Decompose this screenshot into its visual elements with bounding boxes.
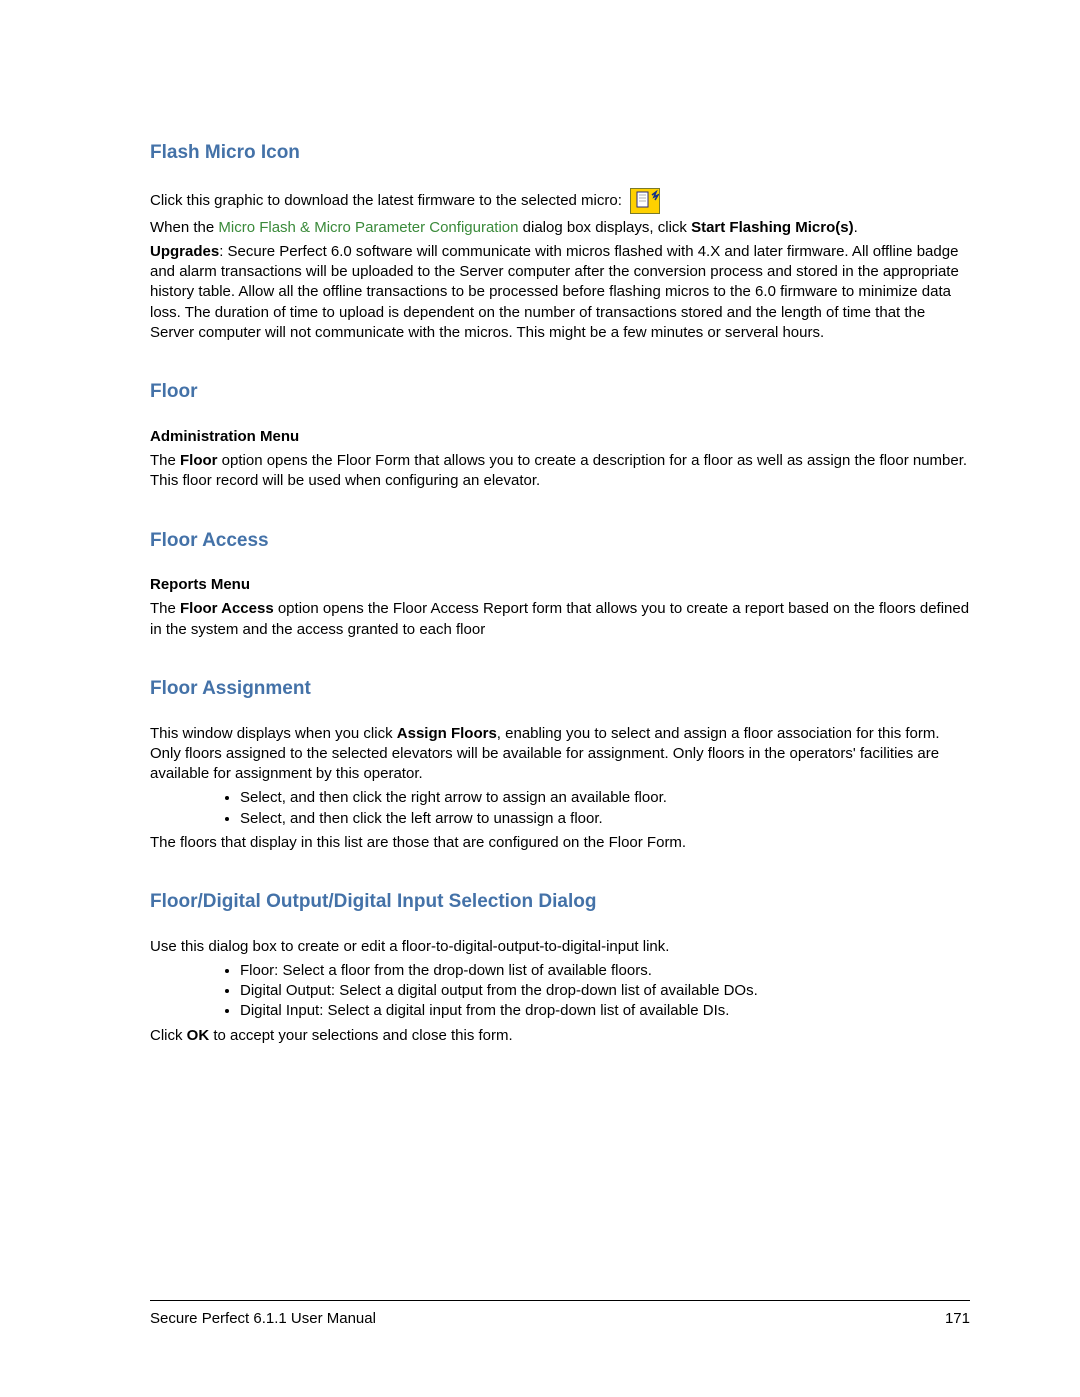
- list-item: Digital Input: Select a digital input fr…: [240, 1001, 970, 1021]
- floor-p: The Floor option opens the Floor Form th…: [150, 451, 970, 492]
- floor-assignment-p2: The floors that display in this list are…: [150, 833, 970, 853]
- flash-micro-icon[interactable]: [630, 188, 660, 214]
- page-number: 171: [945, 1309, 970, 1329]
- flash-micro-p3-rest: : Secure Perfect 6.0 software will commu…: [150, 243, 959, 341]
- selection-dialog-p2-rest: to accept your selections and close this…: [209, 1027, 512, 1044]
- floor-assignment-p1-bold: Assign Floors: [397, 725, 497, 742]
- flash-micro-p2-post: .: [854, 219, 858, 236]
- floor-p-pre: The: [150, 452, 180, 469]
- flash-micro-p3: Upgrades: Secure Perfect 6.0 software wi…: [150, 242, 970, 343]
- selection-dialog-p1: Use this dialog box to create or edit a …: [150, 937, 970, 957]
- floor-assignment-bullets: Select, and then click the right arrow t…: [150, 788, 970, 829]
- footer-left: Secure Perfect 6.1.1 User Manual: [150, 1310, 376, 1327]
- floor-access-p: The Floor Access option opens the Floor …: [150, 599, 970, 640]
- document-page: Flash Micro Icon Click this graphic to d…: [0, 0, 1080, 1397]
- floor-assignment-p1-pre: This window displays when you click: [150, 725, 397, 742]
- heading-flash-micro-icon: Flash Micro Icon: [150, 140, 970, 166]
- heading-floor-access: Floor Access: [150, 528, 970, 554]
- selection-dialog-bullets: Floor: Select a floor from the drop-down…: [150, 961, 970, 1022]
- floor-access-p-bold: Floor Access: [180, 600, 274, 617]
- flash-micro-p2: When the Micro Flash & Micro Parameter C…: [150, 218, 970, 238]
- list-item: Digital Output: Select a digital output …: [240, 981, 970, 1001]
- subheading-reports-menu: Reports Menu: [150, 575, 970, 595]
- flash-micro-p2-pre: When the: [150, 219, 218, 236]
- list-item: Select, and then click the left arrow to…: [240, 809, 970, 829]
- flash-micro-p2-mid: dialog box displays, click: [518, 219, 691, 236]
- page-footer: Secure Perfect 6.1.1 User Manual 171: [150, 1300, 970, 1329]
- floor-p-bold: Floor: [180, 452, 218, 469]
- flash-micro-p2-bold: Start Flashing Micro(s): [691, 219, 854, 236]
- selection-dialog-p2-pre: Click: [150, 1027, 187, 1044]
- subheading-admin-menu: Administration Menu: [150, 427, 970, 447]
- floor-access-p-rest: option opens the Floor Access Report for…: [150, 600, 969, 637]
- flash-micro-p1: Click this graphic to download the lates…: [150, 188, 970, 214]
- heading-floor-assignment: Floor Assignment: [150, 676, 970, 702]
- flash-micro-p1-text: Click this graphic to download the lates…: [150, 192, 626, 209]
- list-item: Select, and then click the right arrow t…: [240, 788, 970, 808]
- floor-p-rest: option opens the Floor Form that allows …: [150, 452, 967, 489]
- floor-assignment-p1: This window displays when you click Assi…: [150, 724, 970, 785]
- list-item: Floor: Select a floor from the drop-down…: [240, 961, 970, 981]
- heading-floor: Floor: [150, 379, 970, 405]
- floor-access-p-pre: The: [150, 600, 180, 617]
- link-micro-flash-config[interactable]: Micro Flash & Micro Parameter Configurat…: [218, 219, 518, 236]
- flash-micro-p3-bold: Upgrades: [150, 243, 219, 260]
- heading-selection-dialog: Floor/Digital Output/Digital Input Selec…: [150, 889, 970, 915]
- selection-dialog-p2-bold: OK: [187, 1027, 210, 1044]
- selection-dialog-p2: Click OK to accept your selections and c…: [150, 1026, 970, 1046]
